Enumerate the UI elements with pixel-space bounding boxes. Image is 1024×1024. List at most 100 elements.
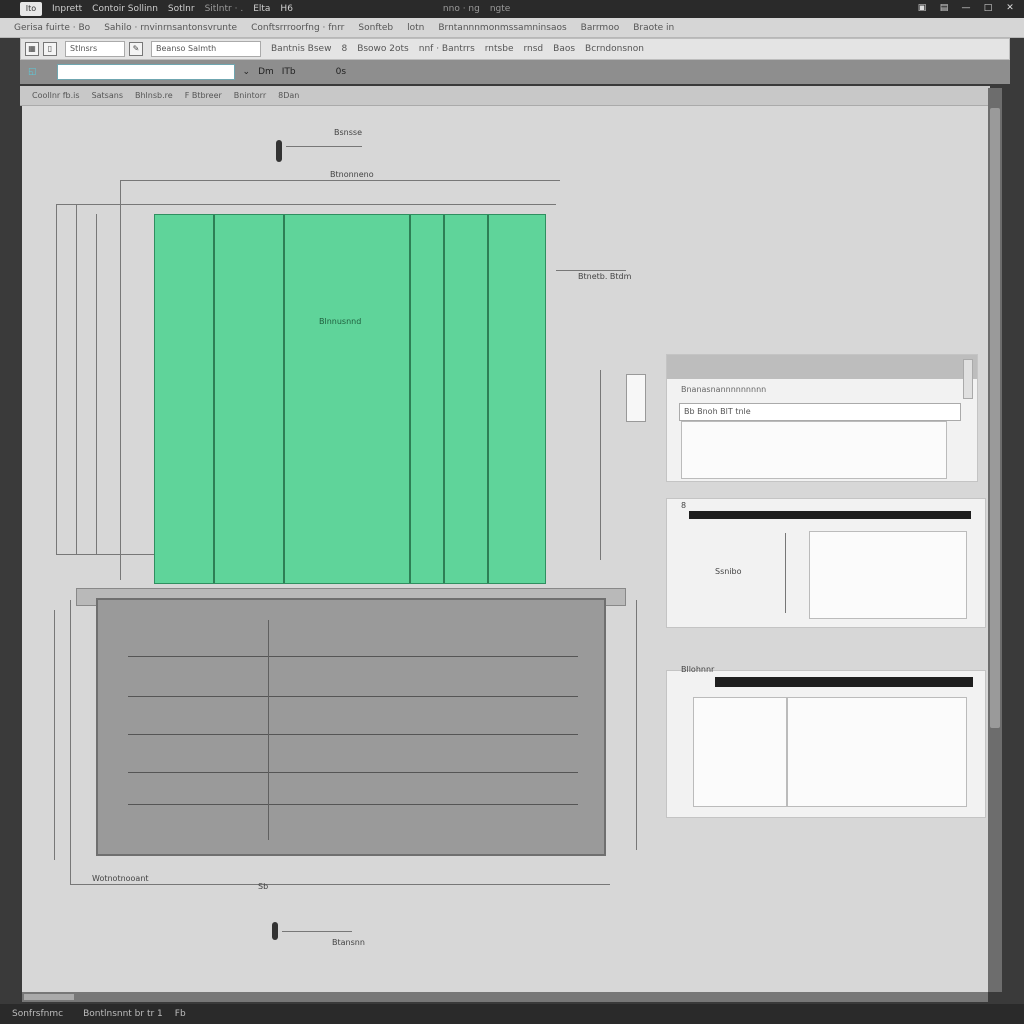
ribbon-tab[interactable]: Braote in — [633, 23, 674, 33]
detail-panel: Bllohnnr — [666, 665, 986, 818]
base-assembly[interactable] — [96, 598, 606, 856]
section-line — [128, 772, 578, 773]
connector-block[interactable] — [626, 374, 646, 422]
dimension-line — [56, 204, 57, 554]
scroll-thumb[interactable] — [990, 108, 1000, 728]
minimize-icon[interactable]: — — [960, 2, 972, 14]
part-edge — [213, 215, 215, 583]
toolbar-label[interactable]: rntsbe — [485, 44, 514, 54]
ribbon-tab[interactable]: Conftsrrroorfng · fnrr — [251, 23, 344, 33]
menu-item[interactable]: Contoir Sollinn — [92, 4, 158, 14]
ribbon-tab[interactable]: lotn — [407, 23, 424, 33]
doc-tab[interactable]: Bnintorr — [234, 91, 266, 100]
layer-icon[interactable]: ▯ — [43, 42, 57, 56]
command-label[interactable]: 0s — [336, 67, 346, 77]
menu-item[interactable]: Elta — [253, 4, 270, 14]
dimension-line — [70, 600, 71, 885]
title-bar: Ito Inprett Contoir Sollinn Sotlnr Sitln… — [0, 0, 1024, 18]
toolbar-label[interactable]: Bantnis Bsew — [271, 44, 331, 54]
status-text[interactable]: Fb — [175, 1009, 186, 1019]
section-line — [128, 696, 578, 697]
doc-tab[interactable]: Coollnr fb.is — [32, 91, 80, 100]
datum-marker-icon — [276, 140, 282, 162]
ribbon-tab[interactable]: Sonfteb — [358, 23, 393, 33]
doc-tab[interactable]: F Btbreer — [185, 91, 222, 100]
dimension-line — [120, 180, 121, 580]
section-line — [128, 656, 578, 657]
document-tabs: Coollnr fb.is Satsans Bhlnsb.re F Btbree… — [20, 86, 990, 106]
menu-item[interactable]: Sitlntr · . — [205, 4, 244, 14]
dropdown-icon[interactable]: ⌄ — [243, 67, 251, 77]
panel-icon[interactable]: ▣ — [916, 2, 928, 14]
ribbon-tab[interactable]: Gerisa fuirte · Bo — [14, 23, 90, 33]
command-bar: ◱ ⌄ Dm ITb 0s — [20, 60, 1010, 84]
ribbon-tab[interactable]: Brntannnmonmssamninsaos — [438, 23, 566, 33]
dimension-line — [56, 204, 556, 205]
toolbar-label[interactable]: rnsd — [523, 44, 543, 54]
layer-field[interactable]: Stlnsrs — [65, 41, 125, 57]
selected-part[interactable]: Blnnusnnd — [154, 214, 546, 584]
preview-box[interactable] — [809, 531, 967, 619]
doc-tab[interactable]: 8Dan — [278, 91, 299, 100]
panel-header-label: Bnanasnannnnnnnnn — [681, 385, 767, 394]
dimension-line — [76, 204, 77, 554]
properties-toolbar: ▦ ▯ Stlnsrs ✎ Beanso Salmth Bantnis Bsew… — [20, 38, 1010, 60]
cad-application-window: Ito Inprett Contoir Sollinn Sotlnr Sitln… — [0, 0, 1024, 1024]
scroll-thumb[interactable] — [24, 994, 74, 1000]
doc-tab[interactable]: Bhlnsb.re — [135, 91, 173, 100]
leader-line — [556, 270, 626, 271]
menu-item[interactable]: H6 — [280, 4, 293, 14]
dimension-line — [636, 600, 637, 850]
select-icon[interactable]: ◱ — [28, 67, 37, 77]
dimension-label: Btansnn — [332, 938, 365, 947]
menu-item[interactable]: Sotlnr — [168, 4, 195, 14]
status-text: Sonfrsfnmc — [12, 1009, 64, 1019]
section-line — [128, 804, 578, 805]
toolbar-label[interactable]: Bsowo 2ots — [357, 44, 409, 54]
window-controls: ▣ ▤ — □ ✕ — [916, 2, 1016, 14]
image-icon[interactable]: ▦ — [25, 42, 39, 56]
menu-item[interactable]: ngte — [490, 4, 510, 14]
ribbon-tab[interactable]: Sahilo · rnvinrnsantonsvrunte — [104, 23, 237, 33]
status-bar: Sonfrsfnmc Bontlnsnnt br tr 1 Fb — [0, 1004, 1024, 1024]
layout-icon[interactable]: ▤ — [938, 2, 950, 14]
toolbar-label[interactable]: Baos — [553, 44, 575, 54]
horizontal-scrollbar[interactable] — [22, 992, 988, 1002]
command-label[interactable]: ITb — [282, 67, 296, 77]
panel-header: Bnanasnannnnnnnnn — [667, 355, 977, 394]
dimension-label: Btnonneno — [330, 170, 374, 179]
properties-panel: Bnanasnannnnnnnnn Bb Bnoh BlT tnle — [666, 354, 978, 482]
app-badge[interactable]: Ito — [20, 2, 42, 16]
toolbar-label[interactable]: nnf · Bantrrs — [419, 44, 475, 54]
style-field[interactable]: Beanso Salmth — [151, 41, 261, 57]
close-icon[interactable]: ✕ — [1004, 2, 1016, 14]
dimension-line — [70, 884, 610, 885]
section-divider — [715, 677, 973, 687]
dimension-line — [96, 214, 97, 554]
menu-item[interactable]: nno · ng — [443, 4, 480, 14]
dimension-line — [600, 370, 601, 560]
panel-title: Bllohnnr — [681, 665, 715, 674]
property-input[interactable]: Bb Bnoh BlT tnle — [679, 403, 961, 421]
maximize-icon[interactable]: □ — [982, 2, 994, 14]
vertical-scrollbar[interactable] — [988, 88, 1002, 992]
section-line — [128, 734, 578, 735]
panel-title: 8 — [681, 501, 687, 510]
leader-line — [282, 931, 352, 932]
ribbon-tab[interactable]: Barrmoo — [581, 23, 620, 33]
command-input[interactable] — [56, 64, 235, 80]
command-label[interactable]: Dm — [258, 67, 274, 77]
toolbar-label[interactable]: 8 — [341, 44, 347, 54]
doc-tab[interactable]: Satsans — [92, 91, 123, 100]
part-edge — [443, 215, 445, 583]
ribbon-tabs: Gerisa fuirte · Bo Sahilo · rnvinrnsanto… — [0, 18, 1024, 38]
part-edge — [487, 215, 489, 583]
dimension-line — [56, 554, 156, 555]
menu-item[interactable]: Inprett — [52, 4, 82, 14]
panel-scrollbar[interactable] — [963, 359, 973, 399]
toolbar-label[interactable]: Bcrndonsnon — [585, 44, 644, 54]
preview-box[interactable] — [693, 697, 787, 807]
leader-line — [286, 146, 362, 147]
preview-box[interactable] — [787, 697, 967, 807]
pen-icon[interactable]: ✎ — [129, 42, 143, 56]
